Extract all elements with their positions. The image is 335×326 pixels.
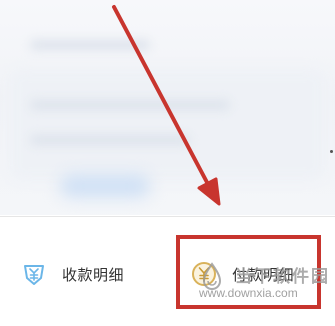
receipt-detail-label: 收款明细 [62,266,125,284]
receipt-detail-button[interactable]: 收款明细 [20,257,124,291]
receipt-detail-icon [24,265,44,285]
blurred-text-line [30,100,230,110]
edge-dot [330,150,333,153]
bottom-action-bar: 收款明细 付款明细 [0,217,335,326]
blurred-card [10,70,325,180]
payment-detail-icon [192,262,216,286]
payment-detail-button[interactable]: 付款明细 [190,257,294,291]
blurred-text-line [30,135,190,145]
blurred-text-line [30,40,150,50]
blurred-blue-highlight [60,175,150,197]
blurred-content-area [0,0,335,215]
payment-detail-label: 付款明细 [232,266,295,284]
